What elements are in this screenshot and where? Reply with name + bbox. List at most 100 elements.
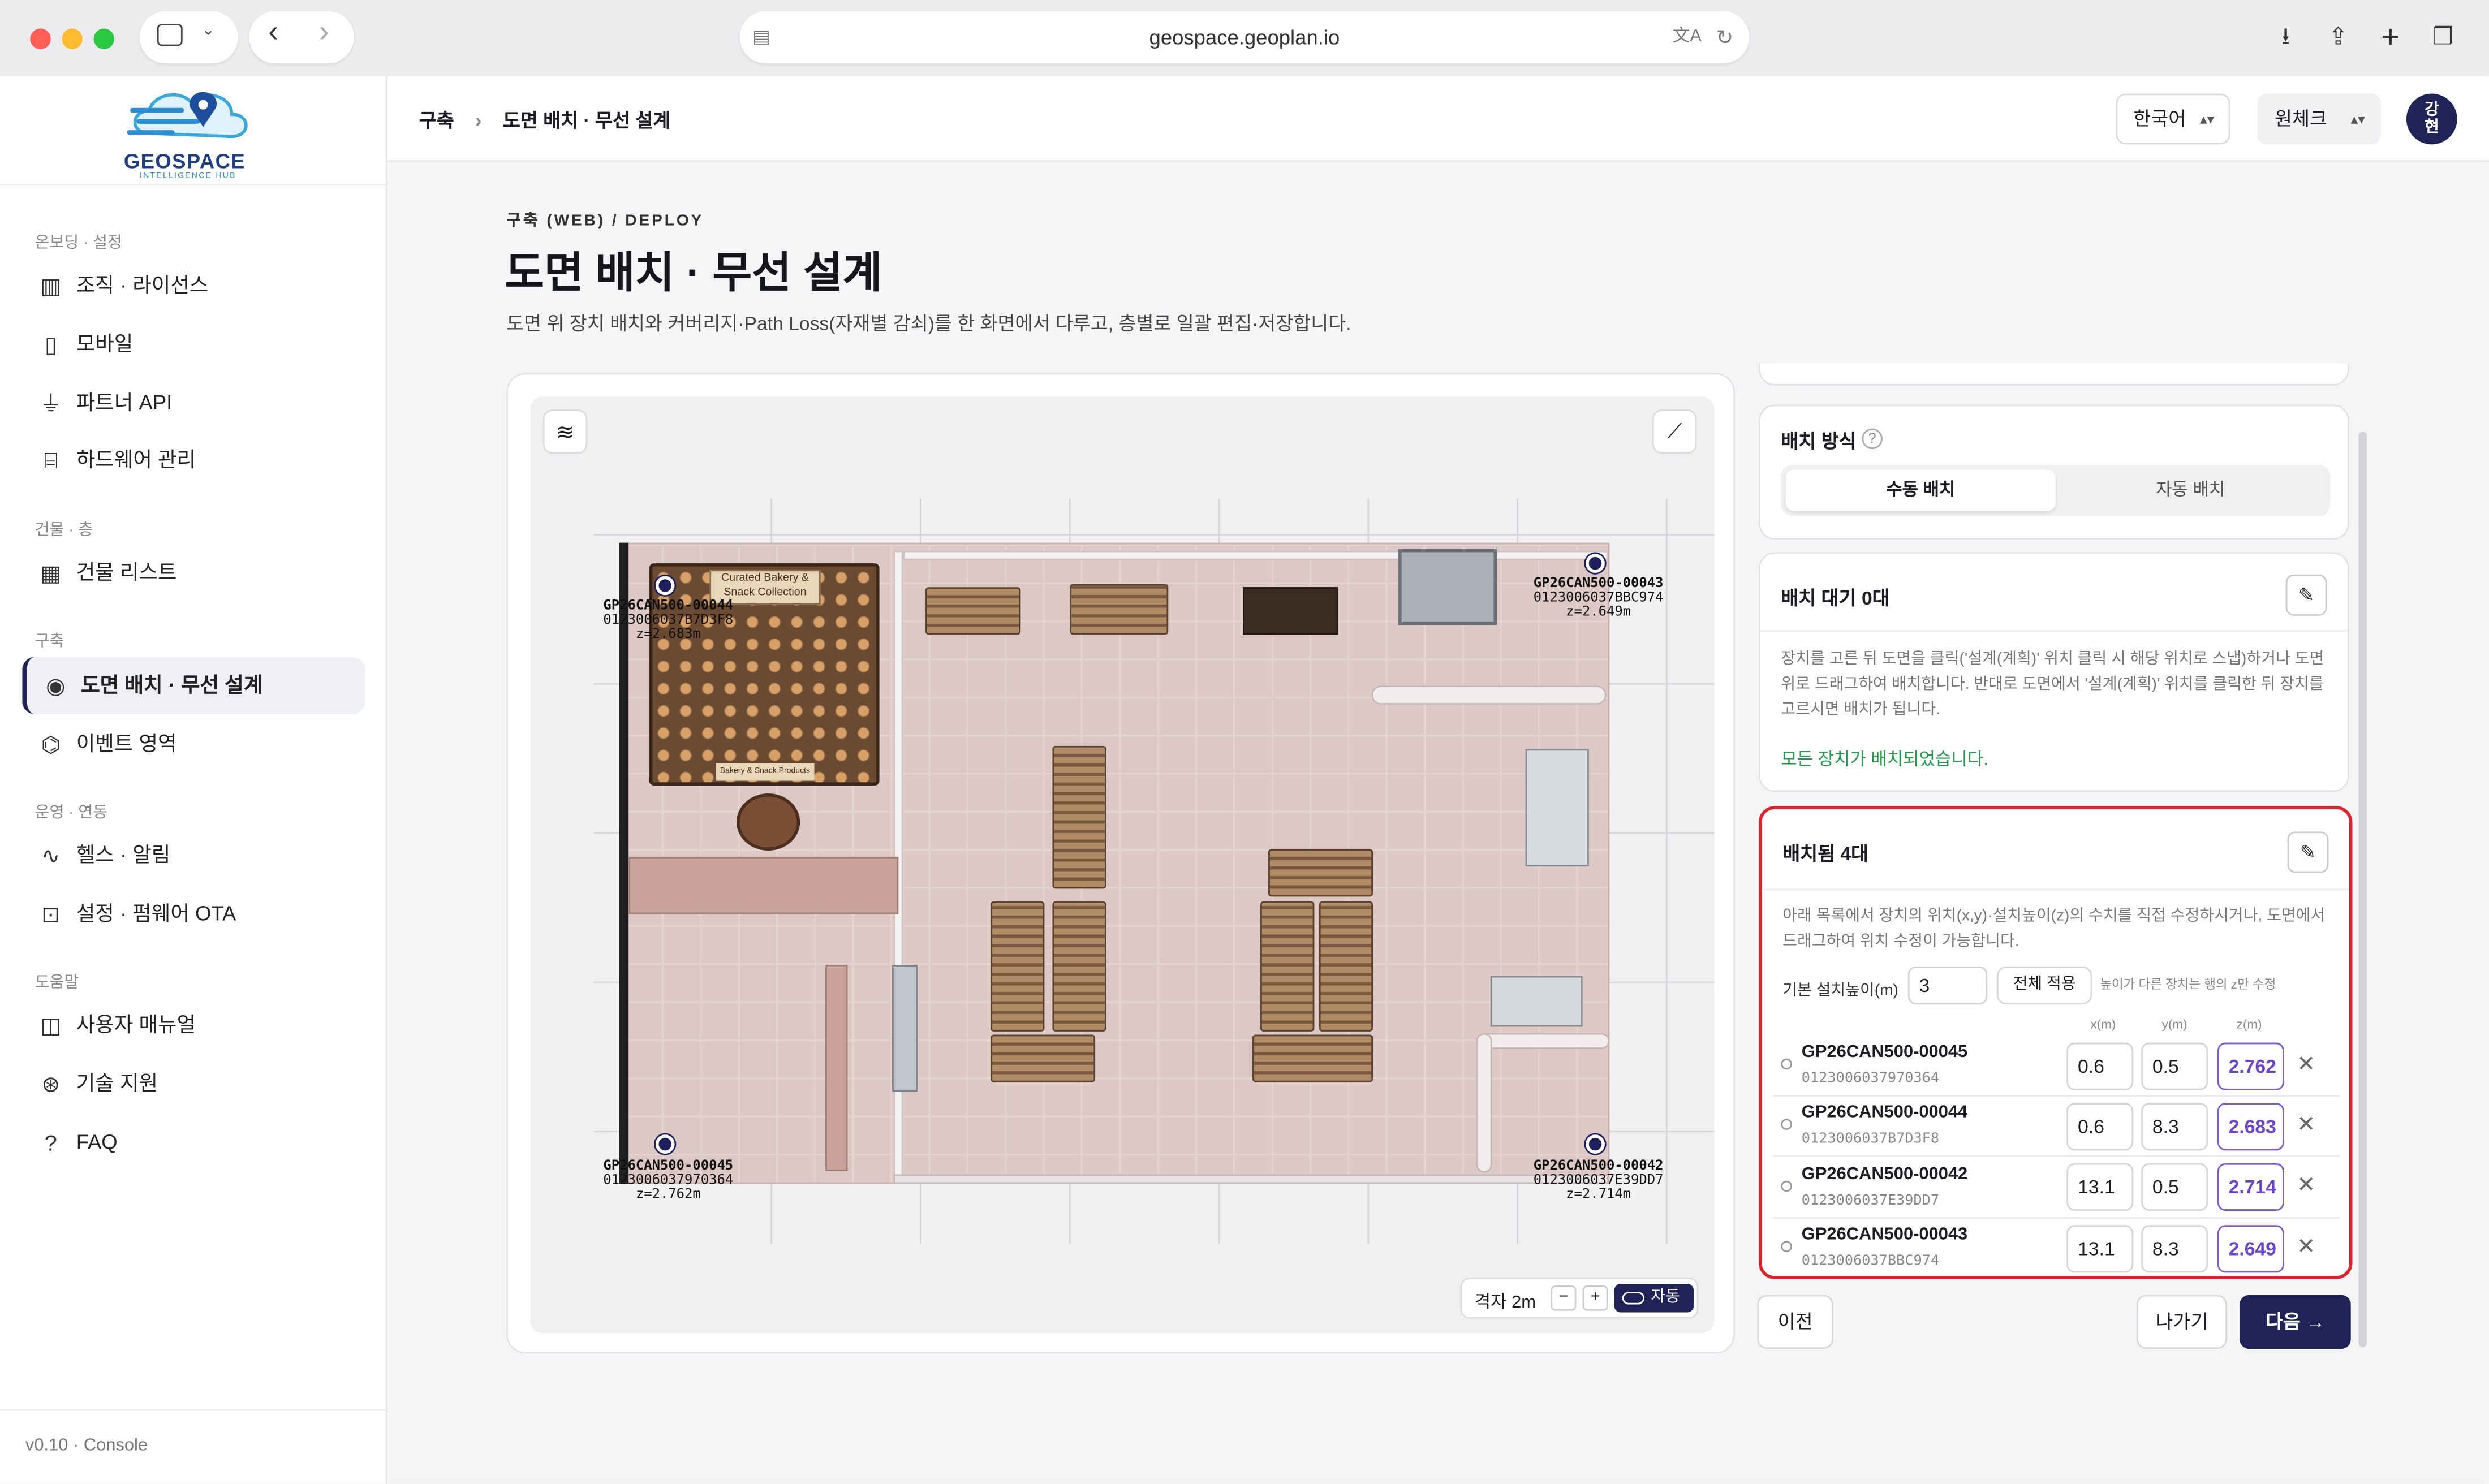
sidebar-item-label: 하드웨어 관리 bbox=[76, 447, 196, 472]
download-icon[interactable]: ⭳ bbox=[2270, 22, 2302, 54]
grid-zoom-out-button[interactable]: − bbox=[1551, 1285, 1577, 1311]
y-input[interactable]: 8.3 bbox=[2141, 1103, 2208, 1151]
page-icon: ▤ bbox=[752, 25, 770, 48]
device-marker-00044[interactable] bbox=[655, 576, 675, 596]
page-description: 도면 위 장치 배치와 커버리지·Path Loss(자재별 감쇠)를 한 화면… bbox=[506, 312, 1351, 335]
floor-plan-canvas[interactable]: ≋ ⟋ Curated Bakery & Snack Collection Ba… bbox=[530, 396, 1715, 1334]
reload-icon[interactable]: ↻ bbox=[1716, 11, 1734, 64]
edit-placed-button[interactable]: ✎ bbox=[2287, 831, 2329, 873]
breadcrumb-current: 도면 배치 · 무선 설계 bbox=[502, 109, 671, 132]
pencil-icon: ✎ bbox=[2299, 841, 2316, 864]
sidebar-item-building-list[interactable]: ▦ 건물 리스트 bbox=[22, 544, 365, 601]
sidebar-item-mobile[interactable]: ▯ 모바일 bbox=[22, 316, 365, 373]
logo-tagline: INTELLIGENCE HUB bbox=[139, 171, 236, 181]
z-input[interactable]: 2.762 bbox=[2217, 1042, 2284, 1090]
y-input[interactable]: 0.5 bbox=[2141, 1042, 2208, 1090]
sidebar-item-organization[interactable]: ▥ 조직 · 라이선스 bbox=[22, 257, 365, 314]
device-marker-00045[interactable] bbox=[655, 1134, 675, 1154]
row-radio[interactable] bbox=[1781, 1180, 1792, 1192]
sidebar-item-event-area[interactable]: ⌬ 이벤트 영역 bbox=[22, 716, 365, 773]
translate-icon[interactable]: 文A bbox=[1673, 11, 1702, 64]
y-input[interactable]: 0.5 bbox=[2141, 1163, 2208, 1211]
sidebar-item-label: 건물 리스트 bbox=[76, 560, 177, 584]
sidebar-item-label: 모바일 bbox=[76, 331, 134, 356]
close-window-button[interactable] bbox=[30, 28, 51, 49]
floor-plan-card: ≋ ⟋ Curated Bakery & Snack Collection Ba… bbox=[506, 373, 1735, 1354]
x-input[interactable]: 13.1 bbox=[2066, 1163, 2134, 1211]
z-input[interactable]: 2.683 bbox=[2217, 1103, 2284, 1151]
back-icon[interactable]: ‹ bbox=[268, 16, 278, 51]
y-input[interactable]: 8.3 bbox=[2141, 1225, 2208, 1273]
x-input[interactable]: 0.6 bbox=[2066, 1103, 2134, 1151]
tabs-overview-icon[interactable]: ❐ bbox=[2427, 22, 2458, 54]
tab-auto-placement[interactable]: 자동 배치 bbox=[2056, 470, 2326, 511]
measure-button[interactable]: ⟋ bbox=[1652, 409, 1697, 454]
sidebar-item-floor-plan[interactable]: ◉ 도면 배치 · 무선 설계 bbox=[22, 657, 365, 714]
remove-row-icon[interactable]: ✕ bbox=[2297, 1051, 2315, 1078]
sidebar-item-label: 파트너 API bbox=[76, 390, 173, 415]
sidebar-item-hardware[interactable]: ⌸ 하드웨어 관리 bbox=[22, 432, 365, 489]
sidebar-item-partner-api[interactable]: ⏚ 파트너 API bbox=[22, 374, 365, 432]
shelf-aisle bbox=[990, 1034, 1096, 1082]
x-input[interactable]: 0.6 bbox=[2066, 1042, 2134, 1090]
new-tab-icon[interactable]: + bbox=[2375, 22, 2406, 54]
layers-button[interactable]: ≋ bbox=[542, 409, 588, 454]
remove-row-icon[interactable]: ✕ bbox=[2297, 1111, 2315, 1138]
next-button[interactable]: 다음 → bbox=[2240, 1295, 2351, 1349]
shelf-aisle bbox=[1052, 901, 1106, 1032]
apply-all-button[interactable]: 전체 적용 bbox=[1996, 966, 2092, 1005]
sidebar-item-faq[interactable]: ? FAQ bbox=[22, 1114, 365, 1171]
url-text: geospace.geoplan.io bbox=[1149, 25, 1340, 49]
workspace-select[interactable]: 원체크 ▴▾ bbox=[2257, 93, 2381, 145]
address-bar[interactable]: ▤ geospace.geoplan.io 文A ↻ bbox=[739, 11, 1750, 64]
sidebar-item-health[interactable]: ∿ 헬스 · 알림 bbox=[22, 827, 365, 884]
grid-auto-toggle[interactable]: 자동 bbox=[1614, 1284, 1694, 1313]
default-height-input[interactable]: 3 bbox=[1907, 966, 1988, 1005]
sidebar-item-manual[interactable]: ◫ 사용자 매뉴얼 bbox=[22, 996, 365, 1054]
divider bbox=[0, 1409, 386, 1411]
default-height-label: 기본 설치높이(m) bbox=[1782, 982, 1898, 1000]
share-icon[interactable]: ⇪ bbox=[2322, 22, 2354, 54]
page-title: 도면 배치 · 무선 설계 bbox=[505, 249, 882, 297]
shelf-aisle bbox=[1052, 745, 1106, 889]
sidebar-item-label: 도면 배치 · 무선 설계 bbox=[81, 672, 263, 697]
avatar[interactable]: 강현 bbox=[2406, 93, 2457, 145]
panel-scrollbar[interactable] bbox=[2358, 432, 2367, 1348]
col-x: x(m) bbox=[2090, 1017, 2116, 1032]
help-icon[interactable]: ? bbox=[1862, 428, 1883, 450]
row-radio[interactable] bbox=[1781, 1241, 1792, 1252]
row-radio[interactable] bbox=[1781, 1058, 1792, 1070]
x-input[interactable]: 13.1 bbox=[2066, 1225, 2134, 1273]
edit-waiting-button[interactable]: ✎ bbox=[2285, 574, 2327, 616]
breadcrumb-parent[interactable]: 구축 bbox=[419, 110, 454, 132]
minimize-window-button[interactable] bbox=[62, 28, 83, 49]
coffee-machine bbox=[1525, 749, 1589, 867]
building-icon: ▥ bbox=[40, 273, 62, 299]
sidebar-item-support[interactable]: ⊛ 기술 지원 bbox=[22, 1055, 365, 1112]
device-marker-00043[interactable] bbox=[1586, 554, 1605, 573]
remove-row-icon[interactable]: ✕ bbox=[2297, 1233, 2315, 1260]
language-select[interactable]: 한국어 ▴▾ bbox=[2116, 93, 2230, 145]
waiting-title: 배치 대기 0대 bbox=[1781, 587, 1890, 610]
pencil-icon: ✎ bbox=[2298, 584, 2315, 606]
geospace-logo[interactable]: GEOSPACE INTELLIGENCE HUB bbox=[114, 83, 273, 184]
counter-rail bbox=[1476, 1033, 1610, 1049]
row-radio[interactable] bbox=[1781, 1119, 1792, 1130]
maximize-window-button[interactable] bbox=[93, 28, 115, 49]
sidebar-item-label: 이벤트 영역 bbox=[76, 731, 177, 756]
device-marker-00042[interactable] bbox=[1586, 1134, 1605, 1154]
grid-zoom-in-button[interactable]: + bbox=[1582, 1285, 1608, 1311]
workspace-value: 원체크 bbox=[2274, 107, 2327, 131]
z-input[interactable]: 2.649 bbox=[2217, 1225, 2284, 1273]
placement-mode-card: 배치 방식 ? 수동 배치 자동 배치 bbox=[1759, 404, 2349, 540]
sidebar-item-firmware[interactable]: ⊡ 설정 · 펌웨어 OTA bbox=[22, 886, 365, 943]
sidebar-toggle-button[interactable]: ⌄ bbox=[139, 11, 238, 64]
section-onboarding: 온보딩 · 설정 bbox=[35, 235, 122, 253]
exit-button[interactable]: 나가기 bbox=[2136, 1295, 2227, 1349]
z-input[interactable]: 2.714 bbox=[2217, 1163, 2284, 1211]
forward-icon[interactable]: › bbox=[319, 16, 329, 51]
prev-button[interactable]: 이전 bbox=[1757, 1295, 1833, 1349]
remove-row-icon[interactable]: ✕ bbox=[2297, 1171, 2315, 1198]
tab-manual-placement[interactable]: 수동 배치 bbox=[1785, 469, 2056, 511]
top-header: 구축 › 도면 배치 · 무선 설계 한국어 ▴▾ 원체크 ▴▾ 강현 bbox=[387, 76, 2489, 162]
